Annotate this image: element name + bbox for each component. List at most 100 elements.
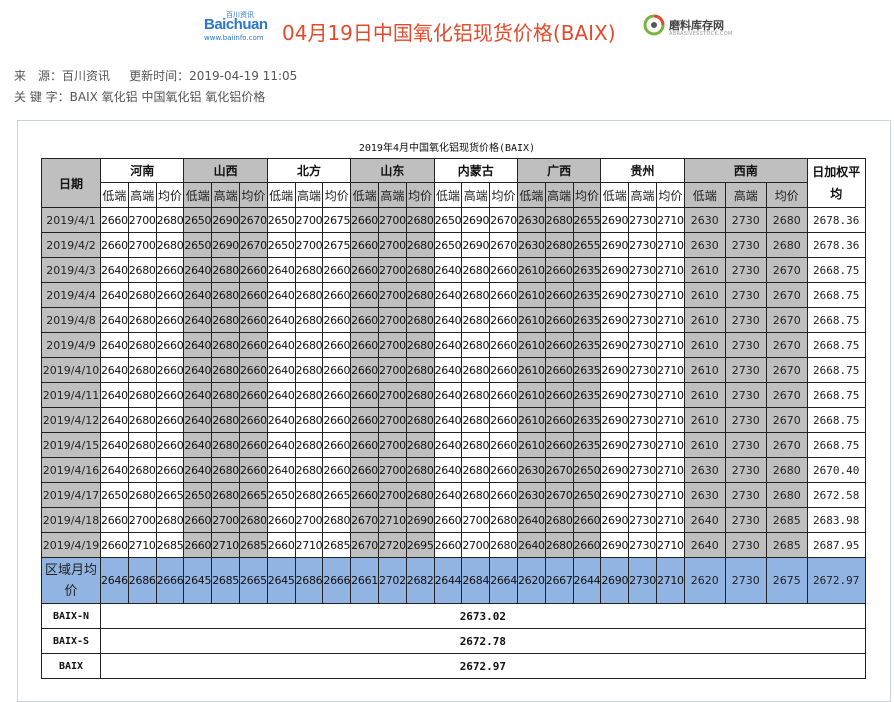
price-cell: 2660	[544, 407, 574, 433]
table-row: 2019/4/11 2640 2680 2660 2640 2680 2660 2640 268…	[41, 382, 866, 408]
table-row: 2019/4/3 2640 2680 2660 2640 2680 2660 2640 2680…	[41, 257, 866, 283]
price-cell: 2630	[683, 232, 726, 258]
table-row: 2019/4/17 2650 2680 2665 2650 2680 2665 2650 268…	[41, 482, 866, 508]
price-cell: 2710	[655, 207, 685, 233]
date-cell: 2019/4/9	[41, 332, 101, 358]
price-cell: 2635	[572, 332, 602, 358]
price-cell: 2640	[183, 457, 213, 483]
price-cell: 2730	[724, 282, 767, 308]
price-cell: 2700	[377, 382, 407, 408]
price-cell: 2640	[683, 507, 726, 533]
sub-header: 低端	[516, 182, 546, 208]
price-cell: 2665	[238, 482, 268, 508]
price-cell: 2730	[724, 307, 767, 333]
price-cell: 2690	[600, 332, 630, 358]
price-cell: 2680	[544, 507, 574, 533]
price-cell: 2710	[127, 532, 157, 558]
price-cell: 2680	[544, 207, 574, 233]
price-cell: 2660	[489, 457, 518, 483]
price-cell: 2680	[211, 457, 240, 483]
date-cell: 2019/4/4	[41, 282, 101, 308]
price-cell: 2670	[238, 232, 268, 258]
price-cell: 2730	[628, 482, 657, 508]
price-cell: 2640	[183, 332, 213, 358]
daily-avg-cell: 2678.36	[806, 207, 866, 233]
price-cell: 2680	[461, 457, 491, 483]
price-cell: 2650	[266, 482, 296, 508]
price-cell: 2730	[724, 232, 767, 258]
region-header: 广西	[516, 158, 602, 183]
price-cell: 2650	[266, 232, 296, 258]
price-cell: 2690	[600, 507, 630, 533]
price-cell: 2730	[724, 207, 767, 233]
price-cell: 2660	[238, 407, 268, 433]
price-cell: 2680	[238, 507, 268, 533]
price-cell: 2690	[461, 207, 491, 233]
price-cell: 2660	[489, 432, 518, 458]
sub-header: 高端	[628, 182, 657, 208]
price-cell: 2640	[683, 532, 726, 558]
price-cell: 2710	[655, 282, 685, 308]
price-cell: 2730	[724, 332, 767, 358]
keywords-value[interactable]: BAIX 氧化铝 中国氧化铝 氧化铝价格	[70, 90, 266, 104]
price-cell: 2650	[266, 207, 296, 233]
price-cell: 2710	[655, 532, 685, 558]
date-cell: 2019/4/15	[41, 432, 101, 458]
sub-header: 均价	[765, 182, 808, 208]
price-cell: 2730	[628, 507, 657, 533]
month-average-cell: 2686	[294, 557, 324, 604]
table-row: 2019/4/2 2660 2700 2680 2650 2690 2670 2650 2700…	[41, 232, 866, 258]
sub-header: 低端	[433, 182, 463, 208]
price-cell: 2690	[600, 432, 630, 458]
price-cell: 2680	[211, 282, 240, 308]
daily-avg-cell: 2668.75	[806, 307, 866, 333]
price-cell: 2710	[655, 457, 685, 483]
price-cell: 2640	[266, 382, 296, 408]
price-cell: 2680	[211, 482, 240, 508]
source-value[interactable]: 百川资讯	[62, 69, 110, 83]
price-cell: 2680	[765, 207, 808, 233]
price-cell: 2660	[572, 507, 602, 533]
price-cell: 2680	[127, 332, 157, 358]
price-cell: 2680	[489, 532, 518, 558]
price-cell: 2660	[100, 232, 129, 258]
sub-header: 高端	[294, 182, 324, 208]
price-cell: 2730	[628, 307, 657, 333]
price-cell: 2680	[294, 432, 324, 458]
sub-header: 均价	[655, 182, 685, 208]
price-cell: 2680	[211, 257, 240, 283]
price-cell: 2640	[266, 457, 296, 483]
price-cell: 2640	[183, 307, 213, 333]
price-cell: 2610	[516, 357, 546, 383]
logo-sub-text: www.baiinfo.com	[204, 34, 264, 42]
price-cell: 2680	[405, 257, 435, 283]
price-cell: 2690	[600, 282, 630, 308]
price-cell: 2730	[628, 407, 657, 433]
price-cell: 2660	[155, 357, 185, 383]
price-cell: 2680	[405, 432, 435, 458]
price-cell: 2610	[683, 307, 726, 333]
price-cell: 2660	[266, 532, 296, 558]
price-cell: 2660	[183, 532, 213, 558]
table-row: 2019/4/18 2660 2700 2680 2660 2700 2680 2660 270…	[41, 507, 866, 533]
region-header: 西南	[683, 158, 808, 183]
month-average-cell: 2666	[155, 557, 185, 604]
price-cell: 2610	[516, 407, 546, 433]
price-cell: 2660	[322, 407, 352, 433]
price-cell: 2665	[155, 482, 185, 508]
price-cell: 2660	[238, 257, 268, 283]
price-cell: 2660	[544, 257, 574, 283]
date-cell: 2019/4/19	[41, 532, 101, 558]
price-cell: 2610	[516, 282, 546, 308]
price-cell: 2655	[572, 232, 602, 258]
price-cell: 2610	[683, 432, 726, 458]
price-cell: 2680	[127, 257, 157, 283]
date-cell: 2019/4/17	[41, 482, 101, 508]
daily-avg-cell: 2668.75	[806, 382, 866, 408]
price-cell: 2660	[544, 332, 574, 358]
month-average-cell: 2730	[628, 557, 657, 604]
price-cell: 2660	[544, 357, 574, 383]
price-cell: 2660	[322, 457, 352, 483]
price-cell: 2730	[724, 382, 767, 408]
price-cell: 2680	[461, 332, 491, 358]
